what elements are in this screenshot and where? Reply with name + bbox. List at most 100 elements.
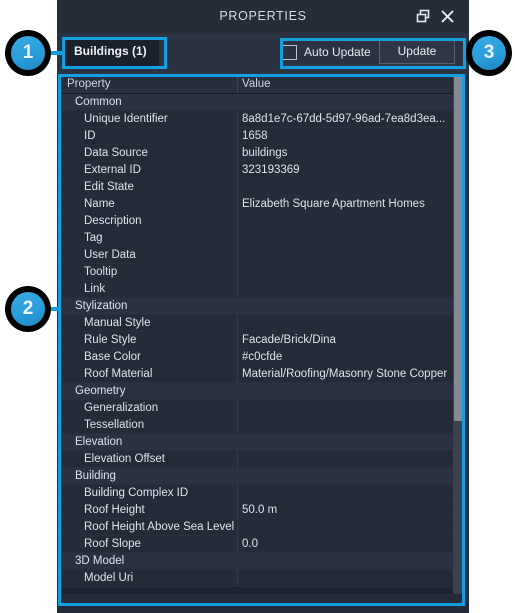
table-row[interactable]: External ID 323193369 (62, 162, 464, 179)
cell-value: #c0cfde (242, 351, 283, 363)
cell-property: Name (84, 198, 115, 210)
auto-update-checkbox[interactable] (282, 44, 297, 60)
table-row[interactable]: Roof Height 50.0 m (62, 502, 464, 519)
callout-badge-2-number: 2 (22, 298, 34, 319)
update-button[interactable]: Update (379, 39, 455, 64)
window-titlebar: PROPERTIES (57, 0, 469, 33)
table-row[interactable]: Model Uri (62, 570, 464, 587)
table-row[interactable]: User Data (62, 247, 464, 264)
grid-header-row: Property Value (62, 76, 464, 94)
row-column-divider (237, 145, 238, 161)
grid-category-row[interactable]: 3D Model (62, 553, 464, 570)
table-row[interactable]: Data Source buildings (62, 145, 464, 162)
table-row[interactable]: Base Color #c0cfde (62, 349, 464, 366)
row-column-divider (237, 128, 238, 144)
table-row[interactable]: Manual Style (62, 315, 464, 332)
row-column-divider (237, 230, 238, 246)
row-column-divider (237, 264, 238, 280)
table-row[interactable]: Tag (62, 230, 464, 247)
cell-property: Link (84, 283, 106, 295)
callout-badge-1: 1 (5, 30, 51, 76)
row-column-divider (237, 485, 238, 501)
table-row[interactable]: Generalization (62, 400, 464, 417)
properties-panel: PROPERTIES Buildings (1) Auto Update Upd… (57, 0, 469, 613)
row-column-divider (237, 213, 238, 229)
table-row[interactable]: Tooltip (62, 264, 464, 281)
row-column-divider (237, 162, 238, 178)
cell-property: ID (84, 130, 96, 142)
cell-property: Base Color (84, 351, 141, 363)
callout-badge-2-circle (11, 292, 45, 326)
cell-property: Building (75, 470, 116, 482)
cell-property: Edit State (84, 181, 134, 193)
callout-badge-1-number: 1 (22, 42, 34, 63)
callout-badge-2: 2 (5, 286, 51, 332)
row-column-divider (237, 315, 238, 331)
grid-category-row[interactable]: Stylization (62, 298, 464, 315)
auto-update-label: Auto Update (304, 45, 371, 59)
table-row[interactable]: Description (62, 213, 464, 230)
table-row[interactable]: Link (62, 281, 464, 298)
row-column-divider (237, 196, 238, 212)
panel-toolbar: Buildings (1) Auto Update Update (57, 33, 469, 76)
grid-category-row[interactable]: Elevation (62, 434, 464, 451)
auto-update-checkbox-row[interactable]: Auto Update (282, 40, 371, 64)
callout-badge-1-circle (11, 36, 45, 70)
tab-buildings[interactable]: Buildings (1) (62, 37, 159, 66)
cell-property: 3D Model (75, 555, 125, 567)
table-row[interactable]: Rule Style Facade/Brick/Dina (62, 332, 464, 349)
table-row[interactable]: Roof Material Material/Roofing/Masonry St… (62, 366, 464, 383)
row-column-divider (237, 536, 238, 552)
table-row[interactable]: ID 1658 (62, 128, 464, 145)
row-column-divider (237, 451, 238, 467)
row-column-divider (237, 366, 238, 382)
cell-property: External ID (84, 164, 141, 176)
table-row[interactable]: Roof Height Above Sea Level (62, 519, 464, 536)
cell-property: Elevation (75, 436, 123, 448)
cell-property: Tag (84, 232, 103, 244)
cell-value: Elizabeth Square Apartment Homes (242, 198, 425, 210)
vertical-scrollbar[interactable] (453, 76, 464, 594)
grid-category-row[interactable]: Geometry (62, 383, 464, 400)
callout-badge-3-number: 3 (483, 42, 495, 63)
property-grid: Property Value Common Unique Identifier 8a… (62, 76, 464, 594)
cell-value: 1658 (242, 130, 268, 142)
cell-property: Common (75, 96, 122, 108)
callout-badge-3-circle (472, 36, 506, 70)
close-icon[interactable] (438, 7, 457, 26)
grid-category-row[interactable]: Building (62, 468, 464, 485)
column-header-property: Property (67, 78, 111, 90)
grid-body: Common Unique Identifier 8a8d1e7c-67dd-5d9… (62, 94, 464, 594)
cell-property: Stylization (75, 300, 128, 312)
table-row[interactable]: Unique Identifier 8a8d1e7c-67dd-5d97-96ad… (62, 111, 464, 128)
cell-property: Elevation Offset (84, 453, 165, 465)
table-row[interactable]: Name Elizabeth Square Apartment Homes (62, 196, 464, 213)
cell-property: Tessellation (84, 419, 145, 431)
scrollbar-thumb[interactable] (454, 76, 463, 421)
cell-value: Facade/Brick/Dina (242, 334, 336, 346)
restore-window-icon[interactable] (414, 7, 433, 26)
row-column-divider (237, 519, 238, 535)
cell-property: Roof Material (84, 368, 153, 380)
row-column-divider (237, 570, 238, 586)
cell-property: Unique Identifier (84, 113, 168, 125)
row-column-divider (237, 179, 238, 195)
row-column-divider (237, 400, 238, 416)
table-row[interactable]: Roof Slope 0.0 (62, 536, 464, 553)
row-column-divider (237, 417, 238, 433)
cell-property: Geometry (75, 385, 126, 397)
table-row[interactable]: Building Complex ID (62, 485, 464, 502)
row-column-divider (237, 332, 238, 348)
cell-property: Description (84, 215, 142, 227)
table-row[interactable]: Elevation Offset (62, 451, 464, 468)
cell-value: 323193369 (242, 164, 300, 176)
table-row[interactable]: Edit State (62, 179, 464, 196)
cell-property: Roof Slope (84, 538, 141, 550)
cell-property: Data Source (84, 147, 148, 159)
cell-property: Tooltip (84, 266, 118, 278)
row-column-divider (237, 349, 238, 365)
table-row[interactable]: Tessellation (62, 417, 464, 434)
cell-property: Generalization (84, 402, 159, 414)
grid-category-row[interactable]: Common (62, 94, 464, 111)
cell-property: Model Uri (84, 572, 134, 584)
